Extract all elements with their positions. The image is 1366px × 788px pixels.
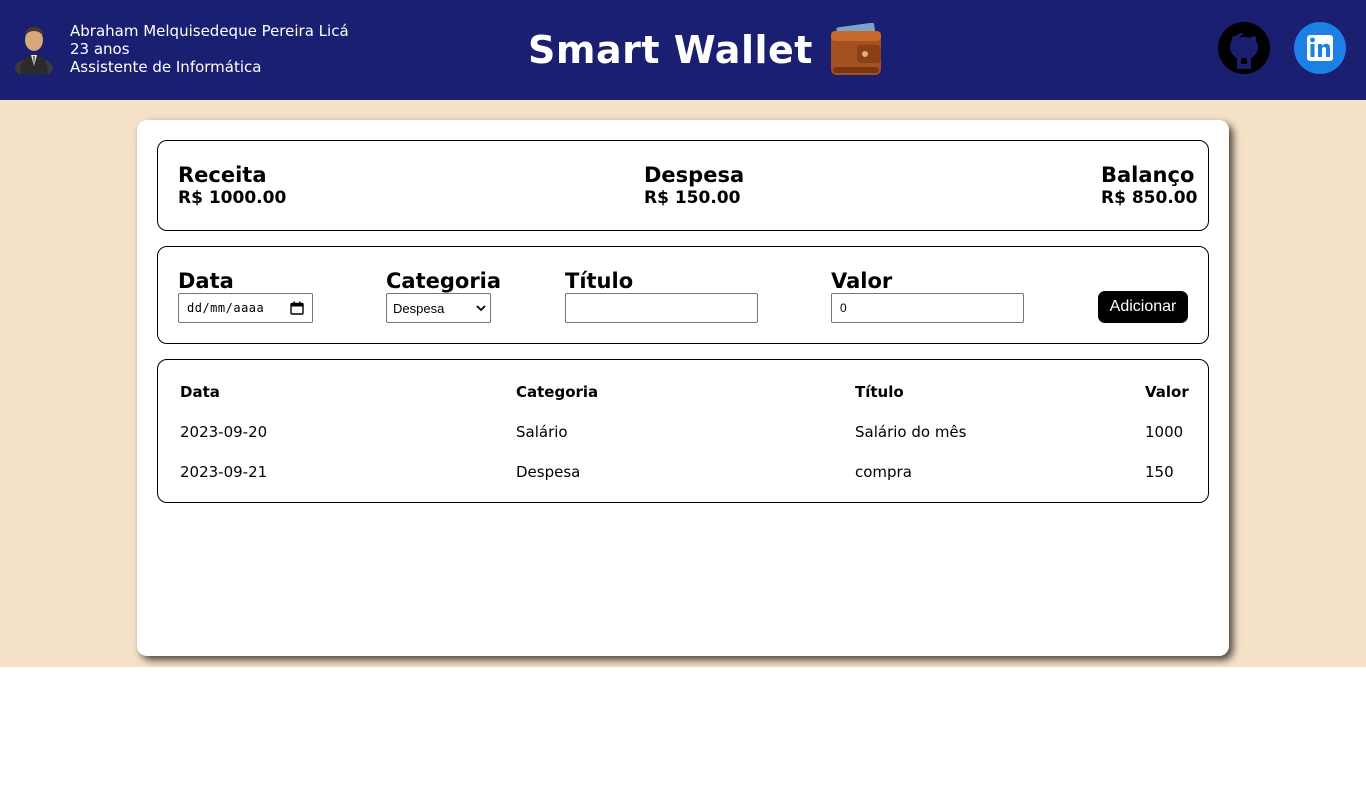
user-avatar-icon: [15, 27, 53, 74]
header-category: Categoria: [516, 383, 599, 401]
category-label: Categoria: [386, 269, 502, 293]
date-input[interactable]: dd/mm/aaaa: [178, 293, 313, 323]
value-input[interactable]: 0: [831, 293, 1024, 323]
balance-label: Balanço: [1101, 163, 1195, 187]
table-row-2-date: 2023-09-21: [180, 463, 268, 481]
user-name: Abraham Melquisedeque Pereira Licá: [70, 22, 349, 40]
category-selected: Despesa: [393, 300, 445, 316]
category-field-group: Categoria Despesa: [386, 269, 501, 323]
brand: Smart Wallet: [528, 22, 885, 78]
wallet-icon: [830, 23, 881, 75]
linkedin-icon[interactable]: [1294, 22, 1346, 74]
expense-value: R$ 150.00: [644, 188, 741, 208]
user-info: Abraham Melquisedeque Pereira Licá 23 an…: [70, 22, 349, 76]
entry-form: Data dd/mm/aaaa Categoria Despesa Título…: [157, 246, 1209, 344]
table-row-2-category: Despesa: [516, 463, 581, 481]
calendar-icon[interactable]: [290, 301, 304, 315]
table-row-1-category: Salário: [516, 423, 568, 441]
header-title: Título: [855, 383, 904, 401]
category-select[interactable]: Despesa: [386, 293, 491, 323]
income-value: R$ 1000.00: [178, 188, 287, 208]
balance-value: R$ 850.00: [1101, 188, 1198, 208]
summary-panel: Receita R$ 1000.00 Despesa R$ 150.00 Bal…: [157, 140, 1209, 231]
user-age: 23 anos: [70, 40, 130, 58]
date-label: Data: [178, 269, 234, 293]
chevron-down-icon: [476, 305, 486, 312]
value-field-group: Valor 0: [831, 269, 1024, 323]
table-row-2-value: 150: [1145, 463, 1174, 481]
app-title: Smart Wallet: [528, 28, 813, 72]
table-row-1-date: 2023-09-20: [180, 423, 268, 441]
table-row-2-title: compra: [855, 463, 912, 481]
title-field-group: Título: [565, 269, 758, 323]
expense-label: Despesa: [644, 163, 745, 187]
balance-summary: Balanço R$ 850.00: [1101, 163, 1197, 209]
value-label: Valor: [831, 269, 893, 293]
income-label: Receita: [178, 163, 267, 187]
header-value: Valor: [1145, 383, 1189, 401]
user-role: Assistente de Informática: [70, 58, 262, 76]
income-summary: Receita R$ 1000.00: [178, 163, 286, 209]
app-header: Abraham Melquisedeque Pereira Licá 23 an…: [0, 0, 1366, 100]
header-date: Data: [180, 383, 220, 401]
table-row-1-title: Salário do mês: [855, 423, 967, 441]
title-label: Título: [565, 269, 634, 293]
value-value: 0: [840, 301, 847, 315]
date-field-group: Data dd/mm/aaaa: [178, 269, 313, 323]
github-icon[interactable]: [1218, 22, 1270, 74]
date-placeholder: dd/mm/aaaa: [187, 301, 265, 315]
main-card: Receita R$ 1000.00 Despesa R$ 150.00 Bal…: [137, 120, 1229, 656]
transactions-table: Data Categoria Título Valor 2023-09-20 S…: [157, 359, 1209, 503]
table-row-1-value: 1000: [1145, 423, 1184, 441]
title-input[interactable]: [565, 293, 758, 323]
add-button[interactable]: Adicionar: [1098, 291, 1188, 323]
expense-summary: Despesa R$ 150.00: [644, 163, 744, 209]
